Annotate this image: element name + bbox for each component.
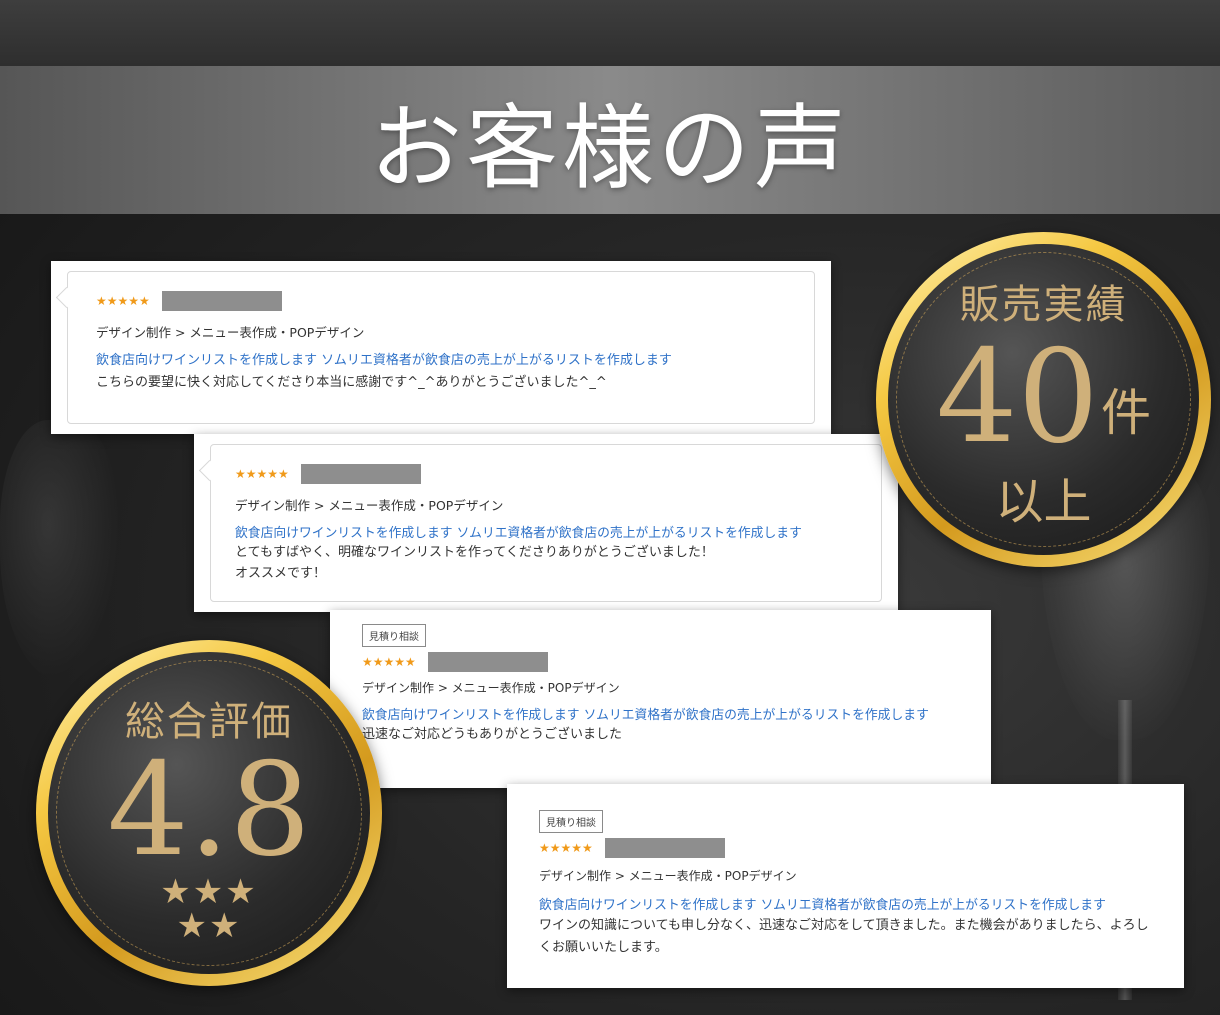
title-banner: お客様の声 xyxy=(0,66,1220,214)
service-link[interactable]: 飲食店向けワインリストを作成します ソムリエ資格者が飲食店の売上が上がるリストを… xyxy=(235,522,853,541)
review-bubble: ★★★★★ デザイン制作 > メニュー表作成・POPデザイン 飲食店向けワインリ… xyxy=(210,444,882,602)
rating-stars-icon: ★★★ ★★ xyxy=(160,875,257,943)
bg-wine-glass-left xyxy=(0,420,120,680)
review-card-4: 見積り相談 ★★★★★ デザイン制作 > メニュー表作成・POPデザイン 飲食店… xyxy=(507,784,1184,988)
review-comment: こちらの要望に快く対応してくださり本当に感謝です^_^ありがとうございました^_… xyxy=(96,375,607,390)
breadcrumb: デザイン制作 > メニュー表作成・POPデザイン xyxy=(96,325,365,340)
sales-suffix: 以上 xyxy=(995,473,1092,530)
rating-badge-face: 総合評価 4.8 ★★★ ★★ xyxy=(48,652,370,974)
rating-row: ★★★★★ xyxy=(539,837,1154,859)
review-body: 見積り相談 ★★★★★ デザイン制作 > メニュー表作成・POPデザイン 飲食店… xyxy=(539,810,1154,959)
review-body: 見積り相談 ★★★★★ デザイン制作 > メニュー表作成・POPデザイン 飲食店… xyxy=(362,624,975,746)
top-band xyxy=(0,0,1220,66)
sales-count: 40 xyxy=(936,322,1099,472)
breadcrumb: デザイン制作 > メニュー表作成・POPデザイン xyxy=(539,869,797,883)
star-rating-icon: ★★★★★ xyxy=(235,467,289,481)
breadcrumb: デザイン制作 > メニュー表作成・POPデザイン xyxy=(235,498,504,513)
star-rating-icon: ★★★★★ xyxy=(362,655,416,669)
sales-unit: 件 xyxy=(1100,383,1151,442)
redacted-username xyxy=(300,464,421,484)
review-comment: 迅速なご対応どうもありがとうございました xyxy=(362,727,623,742)
redacted-username xyxy=(604,838,725,858)
overall-rating-badge: 総合評価 4.8 ★★★ ★★ xyxy=(36,640,382,986)
service-link[interactable]: 飲食店向けワインリストを作成します ソムリエ資格者が飲食店の売上が上がるリストを… xyxy=(539,894,1154,913)
review-card-2: ★★★★★ デザイン制作 > メニュー表作成・POPデザイン 飲食店向けワインリ… xyxy=(194,434,898,612)
breadcrumb: デザイン制作 > メニュー表作成・POPデザイン xyxy=(362,681,620,695)
review-comment: とてもすばやく、明確なワインリストを作ってくださりありがとうございました！ オス… xyxy=(235,545,714,581)
rating-row: ★★★★★ xyxy=(235,463,853,485)
review-comment: ワインの知識についても申し分なく、迅速なご対応をして頂きました。また機会がありま… xyxy=(539,918,1149,956)
rating-stars-row-2: ★★ xyxy=(176,906,242,946)
rating-stars-row-1: ★★★ xyxy=(160,872,258,912)
rating-value: 4.8 xyxy=(107,736,311,885)
review-bubble: ★★★★★ デザイン制作 > メニュー表作成・POPデザイン 飲食店向けワインリ… xyxy=(67,271,815,424)
star-rating-icon: ★★★★★ xyxy=(96,294,150,308)
estimate-tag: 見積り相談 xyxy=(362,624,426,647)
redacted-username xyxy=(427,652,548,672)
sales-record-badge: 販売実績 40 件 以上 xyxy=(876,232,1211,567)
review-card-1: ★★★★★ デザイン制作 > メニュー表作成・POPデザイン 飲食店向けワインリ… xyxy=(51,261,831,434)
rating-row: ★★★★★ xyxy=(96,290,786,312)
service-link[interactable]: 飲食店向けワインリストを作成します ソムリエ資格者が飲食店の売上が上がるリストを… xyxy=(362,704,975,723)
sales-label: 販売実績 xyxy=(959,281,1128,328)
star-rating-icon: ★★★★★ xyxy=(539,841,593,855)
service-link[interactable]: 飲食店向けワインリストを作成します ソムリエ資格者が飲食店の売上が上がるリストを… xyxy=(96,349,786,368)
estimate-tag: 見積り相談 xyxy=(539,810,603,833)
sales-count-row: 40 件 xyxy=(936,322,1151,472)
rating-row: ★★★★★ xyxy=(362,651,975,673)
page-title: お客様の声 xyxy=(369,94,850,202)
review-card-3: 見積り相談 ★★★★★ デザイン制作 > メニュー表作成・POPデザイン 飲食店… xyxy=(330,610,991,788)
rating-label: 総合評価 xyxy=(125,699,293,745)
sales-badge-face: 販売実績 40 件 以上 xyxy=(888,244,1199,555)
redacted-username xyxy=(161,291,282,311)
